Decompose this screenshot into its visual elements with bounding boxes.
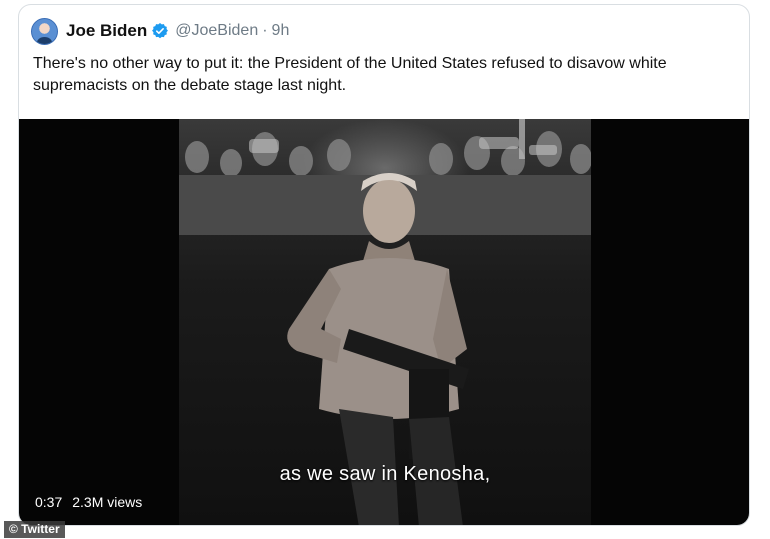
tweet-card[interactable]: Joe Biden @JoeBiden · 9h There's no othe…: [18, 4, 750, 526]
tweet-timestamp[interactable]: 9h: [272, 22, 290, 40]
source-credit: © Twitter: [4, 521, 65, 538]
video-player[interactable]: as we saw in Kenosha, 0:37 2.3M views: [19, 119, 749, 525]
separator-dot: ·: [262, 22, 268, 39]
verified-badge-icon: [152, 23, 169, 39]
video-duration: 0:37: [35, 494, 63, 510]
video-view-count: 2.3M views: [72, 494, 143, 510]
user-handle[interactable]: @JoeBiden: [175, 22, 258, 40]
display-name[interactable]: Joe Biden: [66, 21, 147, 41]
tweet-text: There's no other way to put it: the Pres…: [33, 55, 667, 94]
video-caption: as we saw in Kenosha,: [279, 463, 491, 485]
avatar[interactable]: [31, 17, 58, 45]
video-stats: 0:37 2.3M views: [35, 494, 142, 510]
tweet-header: Joe Biden @JoeBiden · 9h: [31, 15, 289, 47]
